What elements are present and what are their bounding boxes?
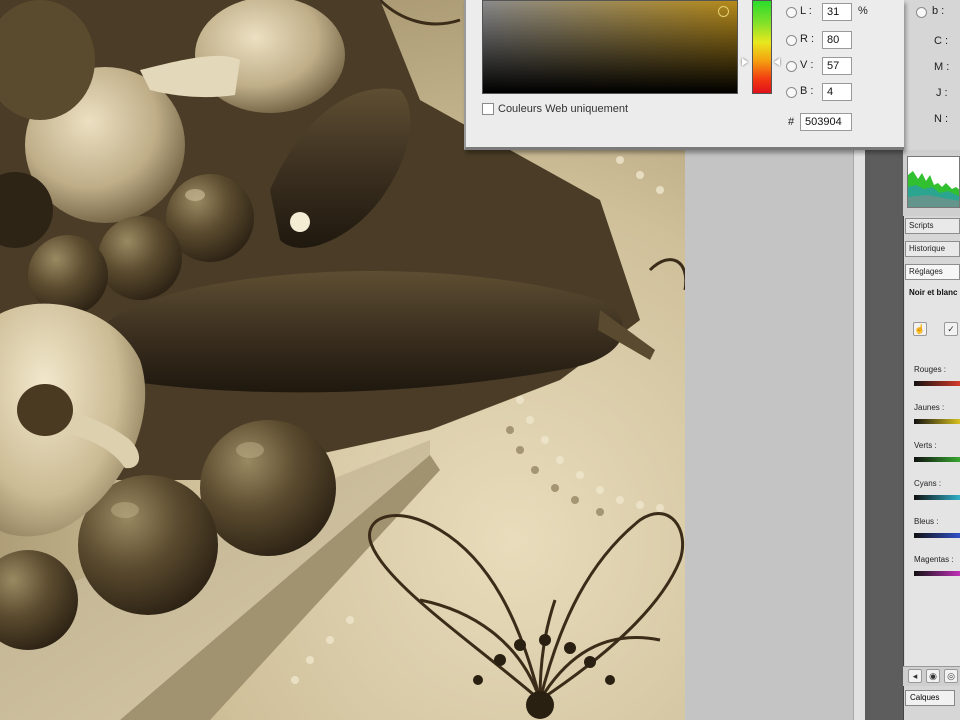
- clip-layer-icon[interactable]: ◉: [926, 669, 940, 683]
- hue-slider[interactable]: [752, 0, 772, 94]
- slider-label-jaunes: Jaunes :: [914, 403, 945, 412]
- visibility-eye-icon[interactable]: ◎: [944, 669, 958, 683]
- color-field[interactable]: [482, 0, 738, 94]
- adjustment-title: Noir et blanc: [909, 288, 958, 297]
- workspace-scroll-edge: [853, 150, 865, 720]
- label-l: L :: [800, 5, 812, 17]
- slider-label-verts: Verts :: [914, 441, 937, 450]
- label-m: M :: [934, 61, 950, 73]
- radio-l[interactable]: [786, 7, 797, 18]
- color-selection-marker[interactable]: [718, 6, 729, 17]
- tab-calques[interactable]: Calques: [905, 690, 955, 706]
- tab-reglages[interactable]: Réglages: [905, 264, 960, 280]
- label-j: J :: [936, 87, 948, 99]
- hue-slider-left-arrow-icon[interactable]: [742, 58, 748, 66]
- workspace-background: [685, 150, 853, 720]
- slider-verts[interactable]: [914, 457, 960, 462]
- histogram-graph: [907, 156, 960, 208]
- radio-b[interactable]: [786, 87, 797, 98]
- label-r: R :: [800, 33, 815, 45]
- slider-label-rouges: Rouges :: [914, 365, 947, 374]
- slider-label-bleus: Bleus :: [914, 517, 939, 526]
- input-b[interactable]: [822, 83, 852, 101]
- unit-l: %: [858, 5, 868, 17]
- slider-label-cyans: Cyans :: [914, 479, 942, 488]
- slider-label-magentas: Magentas :: [914, 555, 954, 564]
- web-colors-label: Couleurs Web uniquement: [498, 103, 629, 115]
- label-c: C :: [934, 35, 949, 47]
- tab-scripts[interactable]: Scripts: [905, 218, 960, 234]
- input-l[interactable]: [822, 3, 852, 21]
- hex-input[interactable]: [800, 113, 852, 131]
- eyedropper-icon[interactable]: ✓: [944, 322, 958, 336]
- slider-cyans[interactable]: [914, 495, 960, 500]
- label-v: V :: [800, 59, 814, 71]
- slider-magentas[interactable]: [914, 571, 960, 576]
- web-colors-checkbox[interactable]: [482, 103, 494, 115]
- input-v[interactable]: [822, 57, 852, 75]
- radio-lab-b[interactable]: [916, 7, 927, 18]
- radio-r[interactable]: [786, 35, 797, 46]
- hand-tool-icon[interactable]: ☝: [913, 322, 927, 336]
- label-n: N :: [934, 113, 949, 125]
- photoshop-workspace: Scripts Historique Réglages Noir et blan…: [0, 0, 960, 720]
- slider-bleus[interactable]: [914, 533, 960, 538]
- hex-label: #: [788, 116, 795, 128]
- input-r[interactable]: [822, 31, 852, 49]
- label-b: B :: [800, 85, 814, 97]
- slider-jaunes[interactable]: [914, 419, 960, 424]
- hue-slider-right-arrow-icon[interactable]: [774, 58, 780, 66]
- return-arrow-icon[interactable]: ◂: [908, 669, 922, 683]
- radio-v[interactable]: [786, 61, 797, 72]
- tab-historique[interactable]: Historique: [905, 241, 960, 257]
- label-lab-b: b :: [932, 5, 945, 17]
- slider-rouges[interactable]: [914, 381, 960, 386]
